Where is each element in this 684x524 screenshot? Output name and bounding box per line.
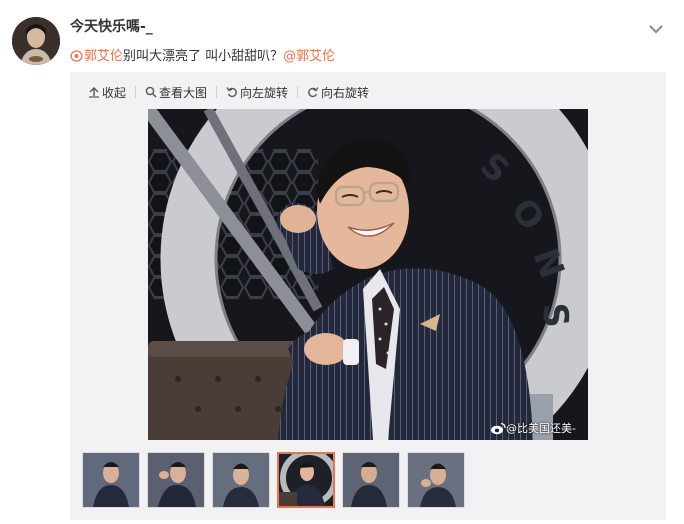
media-panel: 收起 查看大图 向左旋转 向右旋转 S O N S @比美国还美- — [70, 72, 666, 520]
toolbar-divider — [297, 86, 299, 98]
thumbnail-2[interactable] — [147, 452, 205, 508]
rotate-right-button[interactable]: 向右旋转 — [307, 84, 369, 101]
mention-link[interactable]: 郭艾伦 — [70, 49, 123, 64]
rotate-left-button[interactable]: 向左旋转 — [226, 84, 288, 101]
image-toolbar: 收起 查看大图 向左旋转 向右旋转 — [88, 82, 369, 102]
thumbnail-6[interactable] — [407, 452, 465, 508]
svg-text:S: S — [534, 301, 576, 329]
view-large-button[interactable]: 查看大图 — [145, 84, 207, 101]
photo-illustration: S O N S — [148, 109, 588, 440]
mention-at-link[interactable]: @郭艾伦 — [283, 49, 335, 64]
rotate-left-icon — [226, 87, 237, 98]
toolbar-divider — [216, 86, 218, 98]
collapse-button[interactable]: 收起 — [88, 84, 126, 101]
thumbnail-1[interactable] — [82, 452, 140, 508]
weibo-logo-icon — [491, 422, 506, 434]
post-text: 郭艾伦别叫大漂亮了 叫小甜甜叭？@郭艾伦 — [70, 45, 335, 64]
avatar[interactable] — [12, 17, 60, 65]
thumbnail-strip — [82, 452, 472, 508]
image-watermark: @比美国还美- — [490, 420, 576, 436]
main-image[interactable]: S O N S @比美国还美- — [148, 109, 588, 440]
chevron-down-icon[interactable] — [645, 18, 667, 40]
link-icon — [70, 50, 83, 62]
post-body: 别叫大漂亮了 叫小甜甜叭？ — [123, 49, 284, 64]
search-icon — [145, 86, 157, 98]
thumbnail-5[interactable] — [342, 452, 400, 508]
thumbnail-3[interactable] — [212, 452, 270, 508]
thumbnail-4-active[interactable] — [277, 452, 335, 508]
rotate-right-icon — [308, 87, 319, 98]
toolbar-divider — [135, 86, 137, 98]
collapse-icon — [89, 87, 99, 98]
username[interactable]: 今天快乐嗎-_ — [70, 16, 153, 36]
